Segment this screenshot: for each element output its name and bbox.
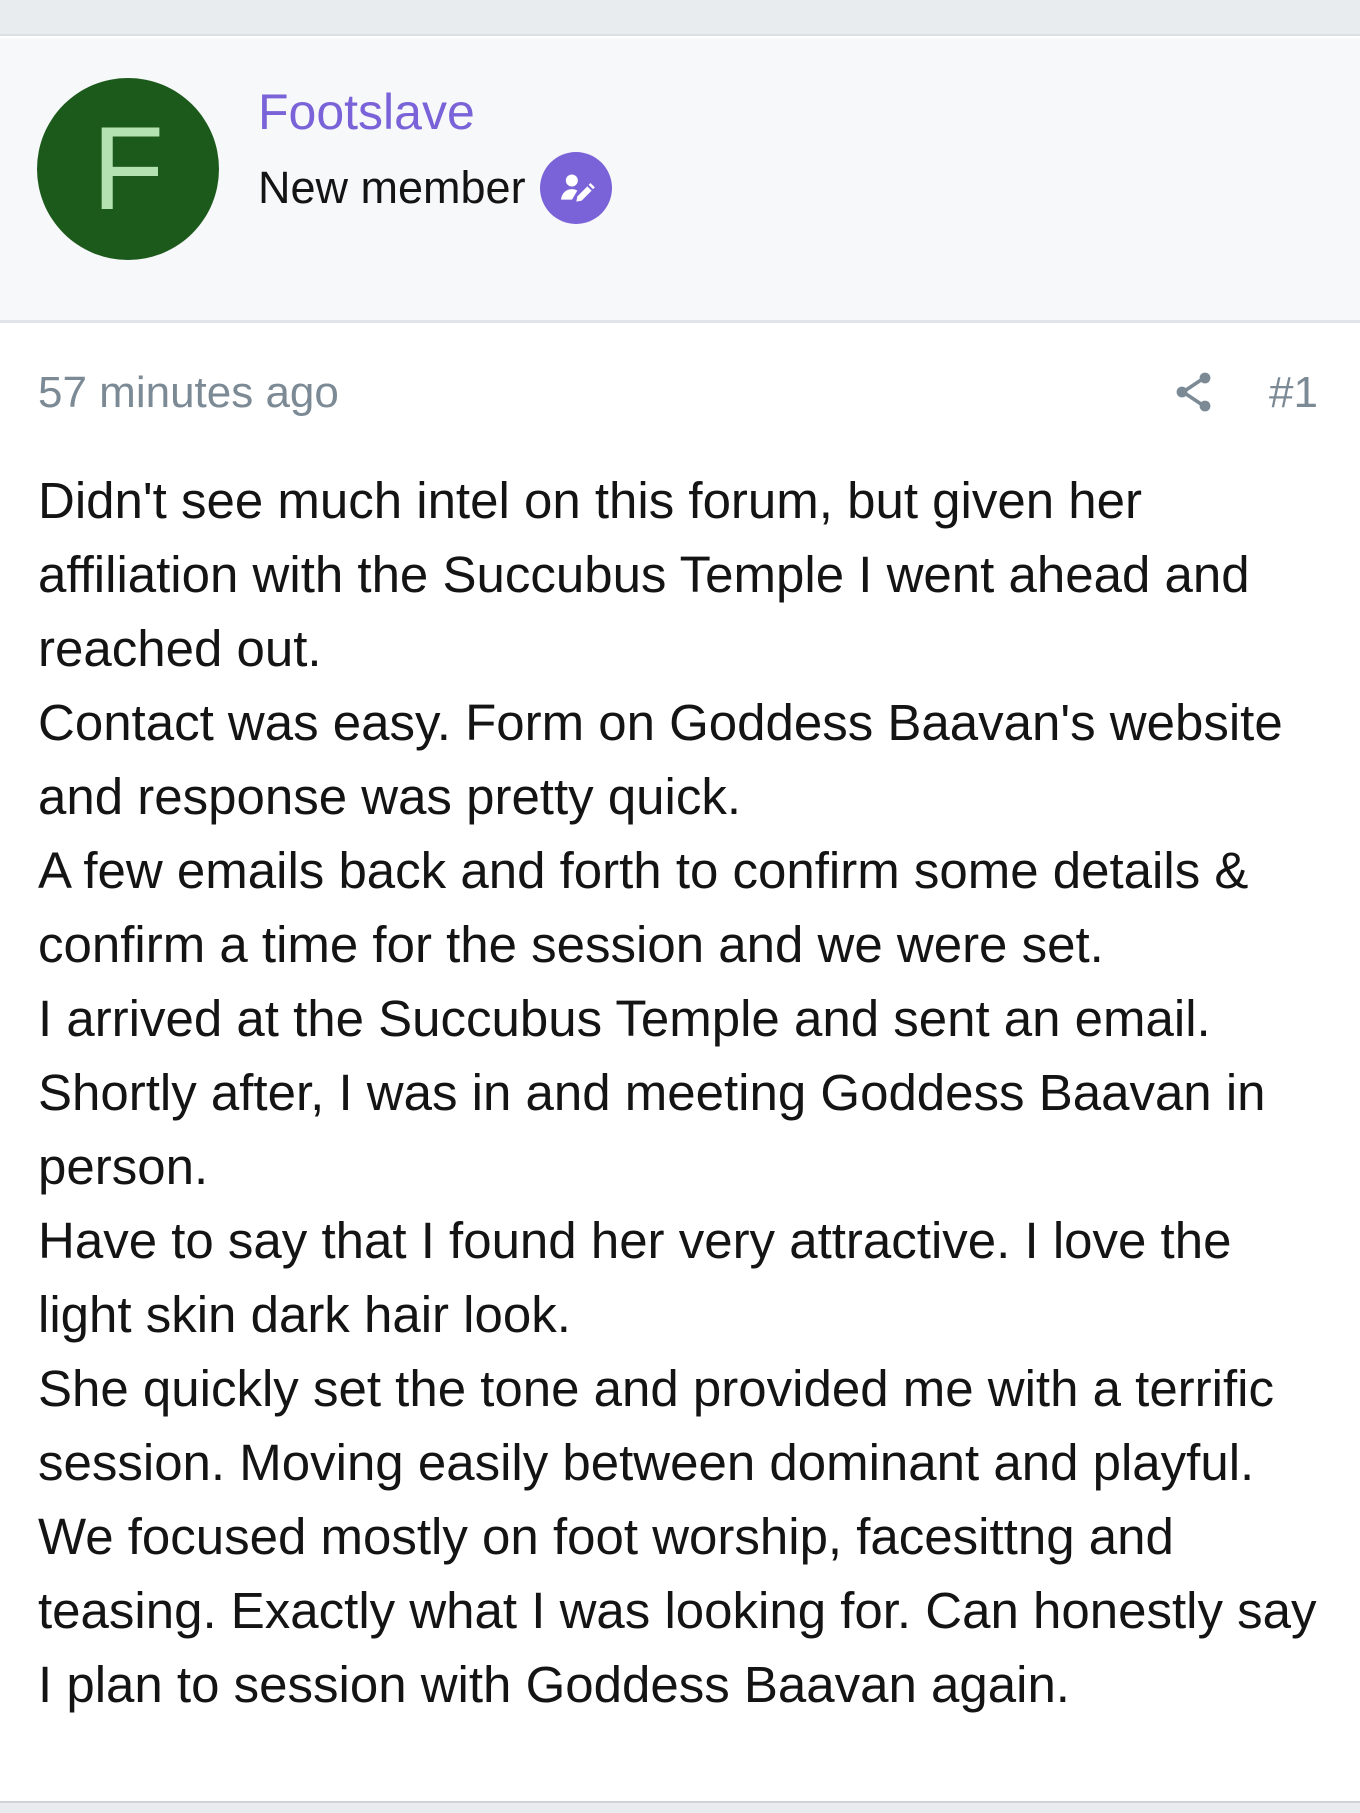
post-meta-row: 57 minutes ago #1: [0, 360, 1360, 430]
username-link[interactable]: Footslave: [258, 82, 475, 142]
share-icon[interactable]: [1170, 368, 1218, 416]
bottom-divider: [0, 1801, 1360, 1813]
avatar[interactable]: F: [37, 78, 219, 260]
user-edit-icon: [539, 152, 612, 224]
post-paragraph: I arrived at the Succubus Temple and sen…: [38, 990, 1266, 1195]
post-paragraph: Contact was easy. Form on Goddess Baavan…: [38, 694, 1283, 825]
post-body: Didn't see much intel on this forum, but…: [38, 464, 1328, 1722]
post-author-header: F Footslave New member: [0, 38, 1360, 323]
user-title-row: New member: [258, 152, 612, 224]
post-paragraph: Have to say that I found her very attrac…: [38, 1212, 1232, 1343]
post-paragraph: Didn't see much intel on this forum, but…: [38, 472, 1250, 677]
post-number-link[interactable]: #1: [1269, 368, 1318, 418]
user-title: New member: [258, 162, 526, 213]
post-paragraph: A few emails back and forth to confirm s…: [38, 842, 1249, 973]
top-divider: [0, 0, 1360, 36]
post-paragraph: She quickly set the tone and provided me…: [38, 1360, 1317, 1713]
post-timestamp[interactable]: 57 minutes ago: [38, 368, 339, 418]
